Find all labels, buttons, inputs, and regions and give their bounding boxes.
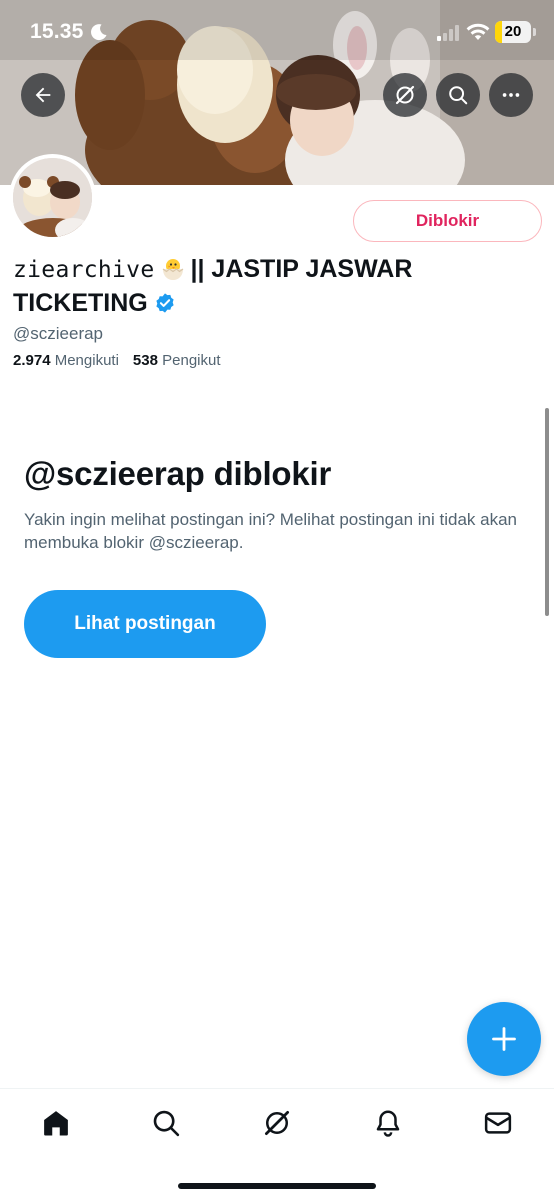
compose-post-button[interactable]: [467, 1002, 541, 1076]
display-name: ziearchive || JASTIP JASWAR TICKETING: [13, 253, 483, 320]
profile-banner[interactable]: 15.35 20: [0, 0, 554, 185]
following-count: 2.974: [13, 352, 51, 369]
grok-icon: [395, 85, 415, 105]
arrow-left-icon: [35, 87, 51, 103]
wifi-icon: [466, 23, 490, 40]
grok-icon: [265, 1111, 289, 1135]
following-label: Mengikuti: [54, 352, 119, 369]
status-bar: 15.35 20: [0, 0, 554, 66]
profile-avatar[interactable]: [9, 154, 96, 241]
more-icon: [502, 93, 520, 97]
tab-grok[interactable]: [261, 1107, 293, 1139]
avatar-photo: [13, 158, 92, 237]
status-time: 15.35: [30, 20, 84, 43]
home-indicator: [178, 1183, 376, 1189]
followers-label: Pengikut: [162, 352, 221, 369]
follow-stats: 2.974 Mengikuti 538 Pengikut: [13, 352, 221, 369]
tab-explore[interactable]: [150, 1107, 182, 1139]
plus-icon: [492, 1027, 516, 1051]
followers-stat[interactable]: 538 Pengikut: [133, 352, 221, 369]
back-button[interactable]: [21, 73, 65, 117]
envelope-icon: [484, 1112, 512, 1134]
search-icon: [153, 1110, 180, 1137]
tab-home[interactable]: [40, 1107, 72, 1139]
profile-handle: @sczieerap: [13, 324, 104, 343]
search-icon: [449, 86, 468, 105]
grok-button[interactable]: [383, 73, 427, 117]
cellular-signal-icon: [437, 25, 459, 41]
blocked-title: @sczieerap diblokir: [24, 455, 332, 492]
followers-count: 538: [132, 352, 158, 369]
tab-messages[interactable]: [482, 1107, 514, 1139]
avatar-image: [13, 158, 92, 237]
display-name-styled: ziearchive: [13, 257, 155, 283]
view-posts-button[interactable]: Lihat postingan: [24, 590, 266, 658]
following-stat[interactable]: 2.974 Mengikuti: [13, 352, 119, 369]
blocked-button[interactable]: Diblokir: [353, 200, 542, 242]
battery-nub: [533, 28, 536, 36]
tab-notifications[interactable]: [372, 1107, 404, 1139]
blocked-description: Yakin ingin melihat postingan ini? Melih…: [24, 510, 517, 552]
more-options-button[interactable]: [489, 73, 533, 117]
moon-icon: [91, 24, 107, 41]
battery-indicator: 20: [495, 21, 531, 43]
bell-icon: [376, 1110, 400, 1137]
scrollbar[interactable]: [545, 408, 549, 616]
home-icon: [44, 1111, 68, 1136]
hatching-chick-icon: [163, 259, 184, 280]
battery-level: 20: [504, 23, 522, 40]
search-button[interactable]: [436, 73, 480, 117]
verified-badge-icon: [156, 293, 174, 313]
